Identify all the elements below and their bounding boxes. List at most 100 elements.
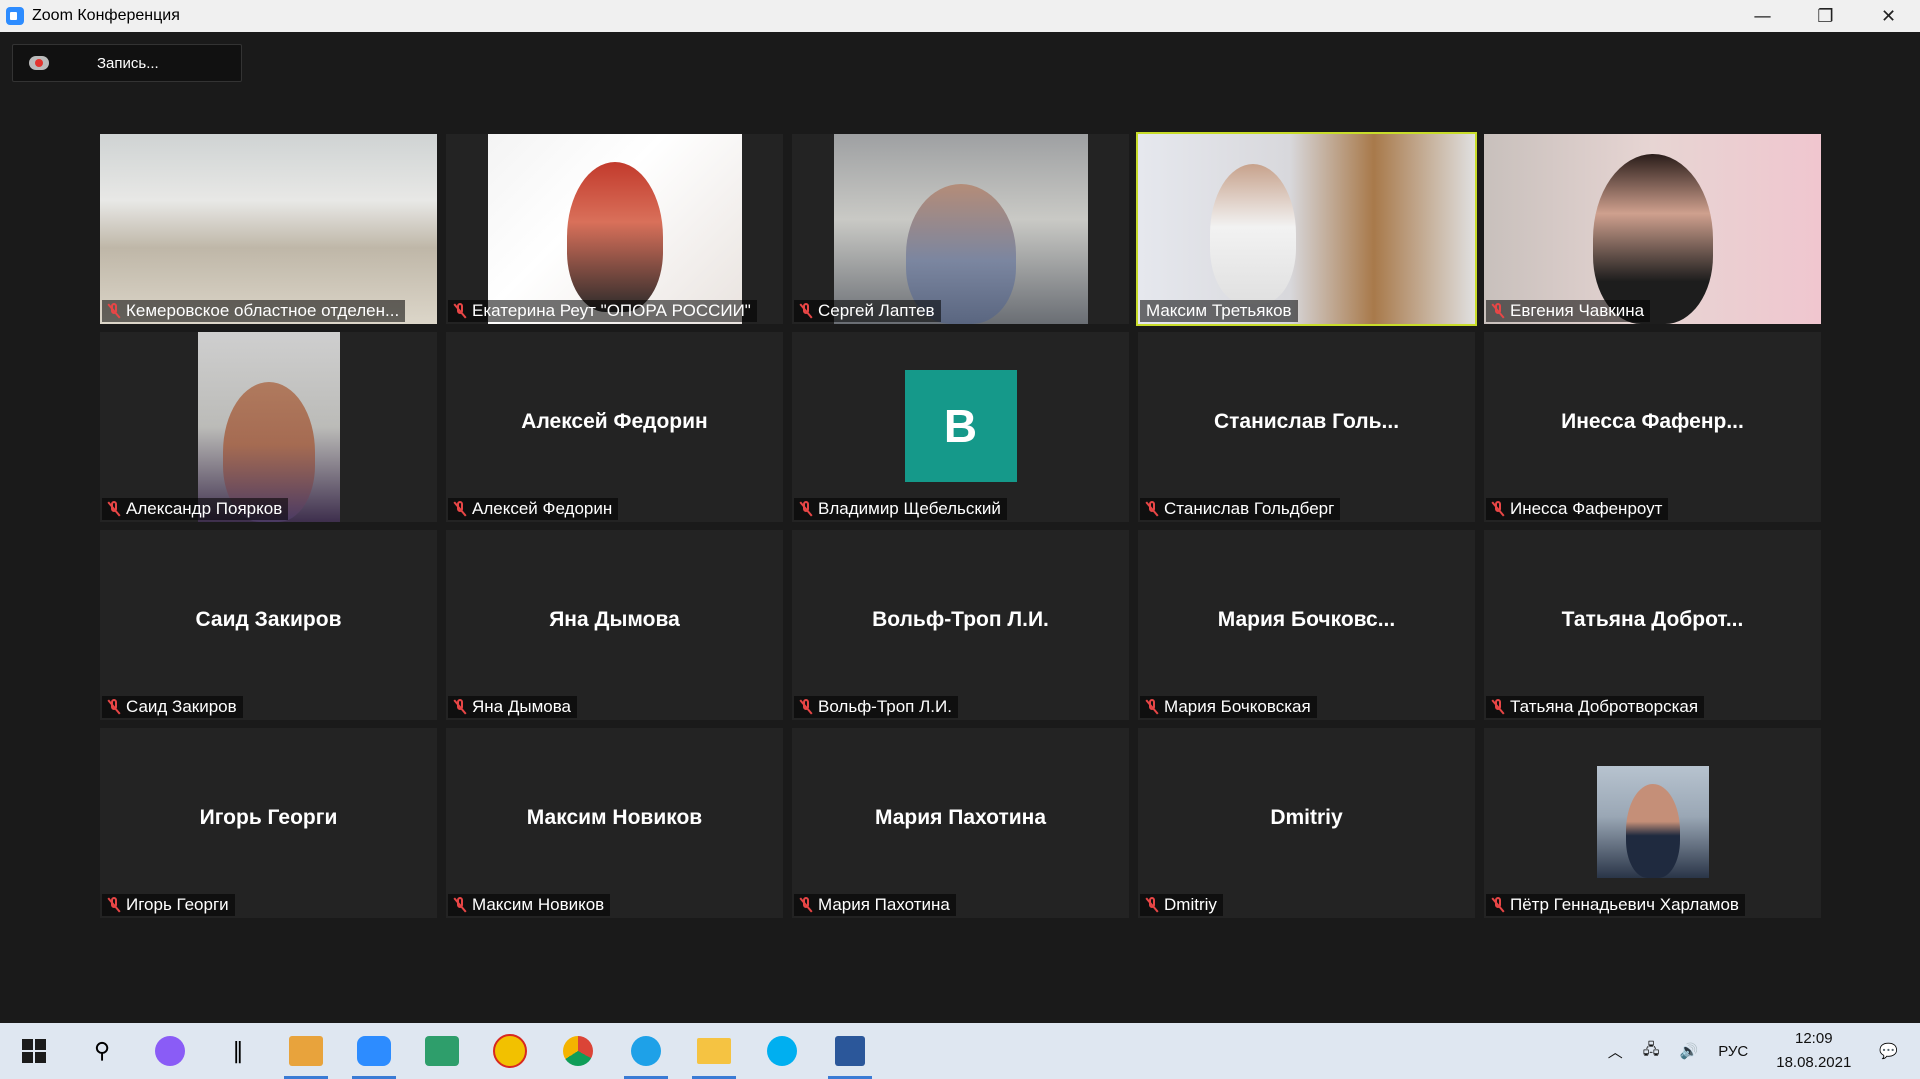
explorer-icon[interactable] <box>692 1029 736 1079</box>
mic-muted-icon <box>454 303 466 319</box>
participant-name: Инесса Фафенроут <box>1510 499 1663 518</box>
participant-tile[interactable]: Яна Дымова Яна Дымова <box>446 530 783 720</box>
participant-tile[interactable]: Игорь Георги Игорь Георги <box>100 728 437 918</box>
participant-label: Сергей Лаптев <box>794 300 941 322</box>
participant-label: Вольф-Троп Л.И. <box>794 696 958 718</box>
participant-video <box>1138 134 1475 324</box>
participant-label: Кемеровское областное отделен... <box>102 300 406 322</box>
participant-name: Татьяна Добротворская <box>1510 697 1699 716</box>
mic-muted-icon <box>1492 501 1504 517</box>
clock-time: 12:09 <box>1795 1030 1833 1047</box>
participant-tile[interactable]: Алексей Федорин Алексей Федорин <box>446 332 783 522</box>
participant-tile[interactable]: Пётр Геннадьевич Харламов <box>1484 728 1821 918</box>
window-controls: — ❐ ✕ <box>1731 0 1920 32</box>
participant-label: Яна Дымова <box>448 696 578 718</box>
cloud-record-icon <box>29 56 49 70</box>
notifications-icon[interactable]: 💬 <box>1879 1042 1898 1060</box>
start-icon[interactable] <box>12 1029 56 1073</box>
recording-indicator[interactable]: Запись... <box>12 44 242 82</box>
chrome-icon[interactable] <box>556 1029 600 1073</box>
participant-name: Евгения Чавкина <box>1510 301 1645 320</box>
participant-tile[interactable]: Dmitriy Dmitriy <box>1138 728 1475 918</box>
mic-muted-icon <box>800 897 812 913</box>
participant-tile[interactable]: Кемеровское областное отделен... <box>100 134 437 324</box>
system-tray: ︿ 🖧 🔊 РУС 12:09 18.08.2021 💬 <box>1598 1023 1920 1079</box>
word-icon[interactable] <box>828 1029 872 1079</box>
outlook-icon[interactable] <box>284 1029 328 1079</box>
participant-tile-active-speaker[interactable]: Максим Третьяков <box>1136 132 1477 326</box>
mic-muted-icon <box>1146 897 1158 913</box>
participant-display-name: Dmitriy <box>1270 806 1343 829</box>
mic-muted-icon <box>1492 303 1504 319</box>
participant-name: Максим Третьяков <box>1146 301 1292 320</box>
participant-tile[interactable]: Максим Новиков Максим Новиков <box>446 728 783 918</box>
window-title: Zoom Конференция <box>32 7 180 24</box>
participant-tile[interactable]: Мария Пахотина Мария Пахотина <box>792 728 1129 918</box>
volume-icon[interactable]: 🔊 <box>1680 1042 1699 1060</box>
participant-tile[interactable]: Инесса Фафенр... Инесса Фафенроут <box>1484 332 1821 522</box>
participant-display-name: Татьяна Доброт... <box>1561 608 1744 631</box>
divider-icon[interactable]: ‖ <box>216 1029 260 1073</box>
participant-name: Игорь Георги <box>126 895 229 914</box>
1c-icon[interactable] <box>488 1029 532 1073</box>
participant-label: Мария Пахотина <box>794 894 956 916</box>
mic-muted-icon <box>108 699 120 715</box>
recording-label: Запись... <box>97 54 159 72</box>
participant-tile[interactable]: Станислав Голь... Станислав Гольдберг <box>1138 332 1475 522</box>
participant-tile[interactable]: Екатерина Реут "ОПОРА РОССИИ" <box>446 134 783 324</box>
participant-label: Инесса Фафенроут <box>1486 498 1669 520</box>
participant-display-name: Саид Закиров <box>195 608 342 631</box>
participant-label: Пётр Геннадьевич Харламов <box>1486 894 1745 916</box>
zoom-app-icon <box>6 7 24 25</box>
zoom-icon[interactable] <box>352 1029 396 1079</box>
mic-muted-icon <box>800 699 812 715</box>
screen-icon[interactable] <box>420 1029 464 1073</box>
gallery-grid: Кемеровское областное отделен... Екатери… <box>100 132 1821 918</box>
participant-display-name: Мария Пахотина <box>874 806 1047 829</box>
participant-figure <box>1625 784 1680 878</box>
cortana-icon[interactable] <box>148 1029 192 1073</box>
avatar <box>1596 766 1709 878</box>
participant-display-name: Мария Бочковс... <box>1217 608 1396 631</box>
minimize-button[interactable]: — <box>1731 0 1794 32</box>
participant-display-name: Максим Новиков <box>526 806 703 829</box>
participant-name: Пётр Геннадьевич Харламов <box>1510 895 1739 914</box>
participant-tile[interactable]: Татьяна Доброт... Татьяна Добротворская <box>1484 530 1821 720</box>
participant-label: Екатерина Реут "ОПОРА РОССИИ" <box>448 300 757 322</box>
mic-muted-icon <box>108 303 120 319</box>
participant-tile[interactable]: В Владимир Щебельский <box>792 332 1129 522</box>
participant-name: Dmitriy <box>1164 895 1217 914</box>
participant-video <box>833 134 1088 324</box>
close-button[interactable]: ✕ <box>1857 0 1920 32</box>
participant-name: Сергей Лаптев <box>818 301 935 320</box>
participant-tile[interactable]: Саид Закиров Саид Закиров <box>100 530 437 720</box>
participant-figure <box>1210 164 1296 304</box>
mic-muted-icon <box>454 897 466 913</box>
participant-label: Мария Бочковская <box>1140 696 1317 718</box>
restore-button[interactable]: ❐ <box>1794 0 1857 32</box>
language-indicator[interactable]: РУС <box>1718 1043 1748 1060</box>
participant-tile[interactable]: Евгения Чавкина <box>1484 134 1821 324</box>
participant-name: Екатерина Реут "ОПОРА РОССИИ" <box>472 301 751 320</box>
participant-name: Мария Бочковская <box>1164 697 1311 716</box>
participant-video <box>1484 134 1821 324</box>
search-icon[interactable]: ⚲ <box>80 1029 124 1073</box>
participant-name: Алексей Федорин <box>472 499 613 518</box>
skype-icon[interactable] <box>760 1029 804 1073</box>
participant-tile[interactable]: Вольф-Троп Л.И. Вольф-Троп Л.И. <box>792 530 1129 720</box>
participant-name: Вольф-Троп Л.И. <box>818 697 952 716</box>
participant-tile[interactable]: Сергей Лаптев <box>792 134 1129 324</box>
participant-name: Мария Пахотина <box>818 895 950 914</box>
mic-muted-icon <box>1146 501 1158 517</box>
title-bar: Zoom Конференция — ❐ ✕ <box>0 0 1920 32</box>
chevron-up-icon[interactable]: ︿ <box>1608 1041 1623 1062</box>
participant-label: Максим Новиков <box>448 894 611 916</box>
participant-tile[interactable]: Александр Поярков <box>100 332 437 522</box>
clock[interactable]: 12:09 18.08.2021 <box>1776 1027 1851 1075</box>
network-icon[interactable]: 🖧 <box>1643 1039 1660 1064</box>
participant-figure <box>1592 154 1713 324</box>
mic-muted-icon <box>1492 897 1504 913</box>
participant-tile[interactable]: Мария Бочковс... Мария Бочковская <box>1138 530 1475 720</box>
participant-name: Владимир Щебельский <box>818 499 1001 518</box>
ie-icon[interactable] <box>624 1029 668 1079</box>
